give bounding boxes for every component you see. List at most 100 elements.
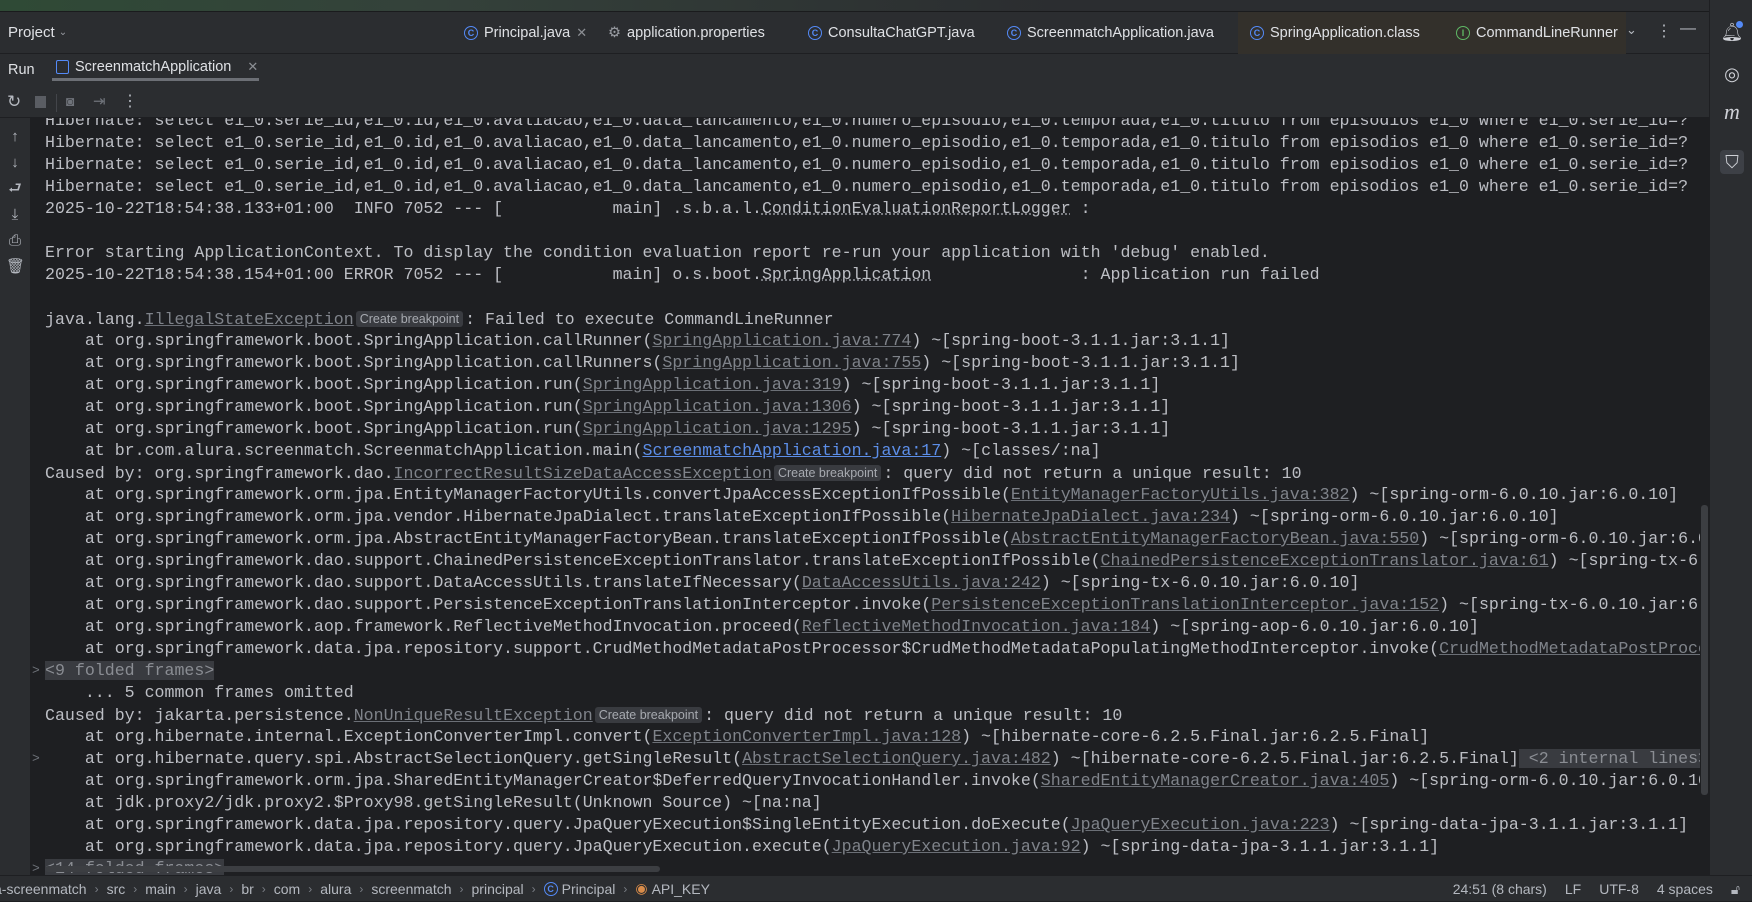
console-text: Caused by: org.springframework.dao. — [45, 464, 394, 483]
breadcrumb-item[interactable]: java — [196, 881, 222, 897]
breadcrumb-item[interactable]: principal — [472, 881, 524, 897]
breadcrumb-item[interactable]: screenmatch — [371, 881, 451, 897]
print-icon[interactable]: ⎙ — [6, 232, 24, 250]
source-link[interactable]: PersistenceExceptionTranslationIntercept… — [931, 595, 1439, 614]
console-text: ) ~[spring-boot-3.1.1.jar:3.1.1] — [911, 331, 1230, 350]
source-link[interactable]: EntityManagerFactoryUtils.java:382 — [1011, 485, 1350, 504]
source-link[interactable]: NonUniqueResultException — [354, 706, 593, 725]
console-text: ) ~[spring-tx-6.0.10.jar:6.0.10] — [1548, 551, 1700, 570]
lock-icon[interactable]: 🔓︎ — [1731, 881, 1740, 898]
breadcrumb-item[interactable]: alura — [320, 881, 351, 897]
source-link[interactable]: DataAccessUtils.java:242 — [802, 573, 1041, 592]
console-text: java.lang. — [45, 310, 145, 329]
source-link[interactable]: HibernateJpaDialect.java:234 — [951, 507, 1230, 526]
breadcrumb-item[interactable]: main — [145, 881, 175, 897]
tab-application-properties[interactable]: ⚙ application.properties — [600, 12, 773, 54]
source-link[interactable]: ReflectiveMethodInvocation.java:184 — [802, 617, 1151, 636]
source-link[interactable]: IncorrectResultSizeDataAccessException — [394, 464, 772, 483]
file-encoding[interactable]: UTF-8 — [1599, 881, 1639, 897]
source-link[interactable]: JpaQueryExecution.java:223 — [1071, 815, 1330, 834]
console-text: at org.springframework.orm.jpa.EntityMan… — [45, 485, 1011, 504]
expand-arrow-icon[interactable]: > — [32, 748, 40, 770]
breadcrumb-item[interactable]: a-screenmatch — [0, 881, 87, 897]
expand-arrow-icon[interactable]: > — [32, 660, 40, 682]
console-text: at jdk.proxy2/jdk.proxy2.$Proxy98.getSin… — [45, 793, 822, 812]
exit-icon[interactable]: ⇥ — [93, 92, 106, 110]
tab-commandlinerunner[interactable]: I CommandLineRunner — [1448, 12, 1626, 54]
chevron-right-icon: › — [94, 881, 99, 896]
notifications-bell-icon[interactable]: 🔔︎ — [1720, 20, 1744, 44]
shield-check-icon[interactable]: ⛉ — [1720, 150, 1744, 174]
indent-setting[interactable]: 4 spaces — [1657, 881, 1713, 897]
console-text: ) ~[hibernate-core-6.2.5.Final.jar:6.2.5… — [1050, 749, 1519, 768]
tabs-dropdown-chevron-icon[interactable]: ⌄ — [1626, 22, 1637, 38]
more-options-icon[interactable]: ⋮ — [1656, 21, 1672, 41]
class-reference[interactable]: SpringApplication — [762, 265, 931, 284]
minimize-icon[interactable]: — — [1680, 20, 1696, 38]
run-tab-screenmatch[interactable]: ScreenmatchApplication ✕ — [56, 54, 258, 80]
maven-icon[interactable]: m — [1720, 100, 1744, 124]
source-link[interactable]: SpringApplication.java:755 — [662, 353, 921, 372]
toolbar-divider — [56, 94, 57, 112]
tab-screenmatch-application[interactable]: C ScreenmatchApplication.java — [999, 12, 1222, 54]
console-line: at org.springframework.dao.support.DataA… — [30, 572, 1700, 594]
create-breakpoint-button[interactable]: Create breakpoint — [773, 465, 882, 481]
console-text: ) ~[spring-orm-6.0.10.jar:6.0.10] — [1230, 507, 1559, 526]
console-text: at org.springframework.data.jpa.reposito… — [45, 837, 832, 856]
source-link[interactable]: JpaQueryExecution.java:92 — [832, 837, 1081, 856]
scroll-to-end-icon[interactable]: ⤓ — [6, 206, 24, 224]
source-link[interactable]: AbstractEntityManagerFactoryBean.java:55… — [1011, 529, 1419, 548]
source-link[interactable]: ChainedPersistenceExceptionTranslator.ja… — [1101, 551, 1549, 570]
project-view-dropdown[interactable]: Project ⌄ — [8, 24, 67, 41]
chevron-down-icon: ⌄ — [58, 27, 68, 38]
folded-frames-toggle[interactable]: <2 internal lines> — [1518, 749, 1700, 768]
source-link[interactable]: ExceptionConverterImpl.java:128 — [652, 727, 961, 746]
create-breakpoint-button[interactable]: Create breakpoint — [355, 311, 464, 327]
ai-assistant-icon[interactable]: ◎ — [1720, 62, 1744, 86]
expand-arrow-icon[interactable]: > — [32, 858, 40, 875]
scrollbar-thumb[interactable] — [1701, 505, 1708, 795]
line-ending[interactable]: LF — [1565, 881, 1581, 897]
source-link[interactable]: IllegalStateException — [145, 310, 354, 329]
arrow-down-icon[interactable]: ↓ — [6, 154, 24, 172]
source-link[interactable]: CrudMethodMetadataPostProcessor.java:135 — [1439, 639, 1700, 658]
tab-consulta-chatgpt[interactable]: C ConsultaChatGPT.java — [800, 12, 983, 54]
more-options-icon[interactable]: ⋮ — [122, 91, 138, 111]
source-link[interactable]: SharedEntityManagerCreator.java:405 — [1041, 771, 1390, 790]
trash-icon[interactable]: 🗑 — [6, 258, 25, 276]
class-reference[interactable]: ConditionEvaluationReportLogger — [762, 199, 1071, 218]
breadcrumb-item[interactable]: Principal — [562, 881, 616, 897]
close-icon[interactable]: ✕ — [576, 25, 587, 41]
soft-wrap-icon[interactable]: ⮐ — [6, 180, 24, 198]
console-text: at org.springframework.dao.support.DataA… — [45, 573, 802, 592]
console-text: at org.springframework.boot.SpringApplic… — [45, 397, 583, 416]
folded-frames-toggle[interactable]: <9 folded frames> — [45, 661, 215, 680]
breadcrumb-item[interactable]: API_KEY — [652, 881, 710, 897]
rerun-icon[interactable]: ↻ — [7, 92, 21, 112]
create-breakpoint-button[interactable]: Create breakpoint — [594, 707, 703, 723]
horizontal-scrollbar-thumb[interactable] — [45, 866, 660, 872]
console-text: ) ~[spring-orm-6.0.10.jar:6.0.10] — [1419, 529, 1700, 548]
breadcrumb-item[interactable]: com — [274, 881, 300, 897]
source-link[interactable]: ScreenmatchApplication.java:17 — [642, 441, 941, 460]
source-link[interactable]: SpringApplication.java:1306 — [583, 397, 852, 416]
tab-label: ConsultaChatGPT.java — [828, 25, 975, 41]
source-link[interactable]: SpringApplication.java:774 — [652, 331, 911, 350]
source-link[interactable]: AbstractSelectionQuery.java:482 — [742, 749, 1051, 768]
source-link[interactable]: SpringApplication.java:1295 — [583, 419, 852, 438]
breadcrumb-item[interactable]: br — [241, 881, 253, 897]
console-text: Error starting ApplicationContext. To di… — [45, 243, 1270, 262]
camera-icon[interactable]: ◙ — [66, 93, 74, 109]
tab-principal-java[interactable]: C Principal.java ✕ — [456, 12, 595, 54]
stop-icon[interactable] — [35, 96, 46, 108]
console-output[interactable]: Hibernate: select e1_0.serie_id,e1_0.id,… — [30, 118, 1700, 875]
breadcrumb-item[interactable]: src — [107, 881, 126, 897]
console-text: at org.springframework.boot.SpringApplic… — [45, 331, 653, 350]
arrow-up-icon[interactable]: ↑ — [6, 128, 24, 146]
source-link[interactable]: SpringApplication.java:319 — [583, 375, 842, 394]
caret-position[interactable]: 24:51 (8 chars) — [1453, 881, 1547, 897]
console-line: Hibernate: select e1_0.serie_id,e1_0.id,… — [30, 154, 1700, 176]
console-line: at org.springframework.data.jpa.reposito… — [30, 836, 1700, 858]
close-icon[interactable]: ✕ — [247, 59, 258, 75]
